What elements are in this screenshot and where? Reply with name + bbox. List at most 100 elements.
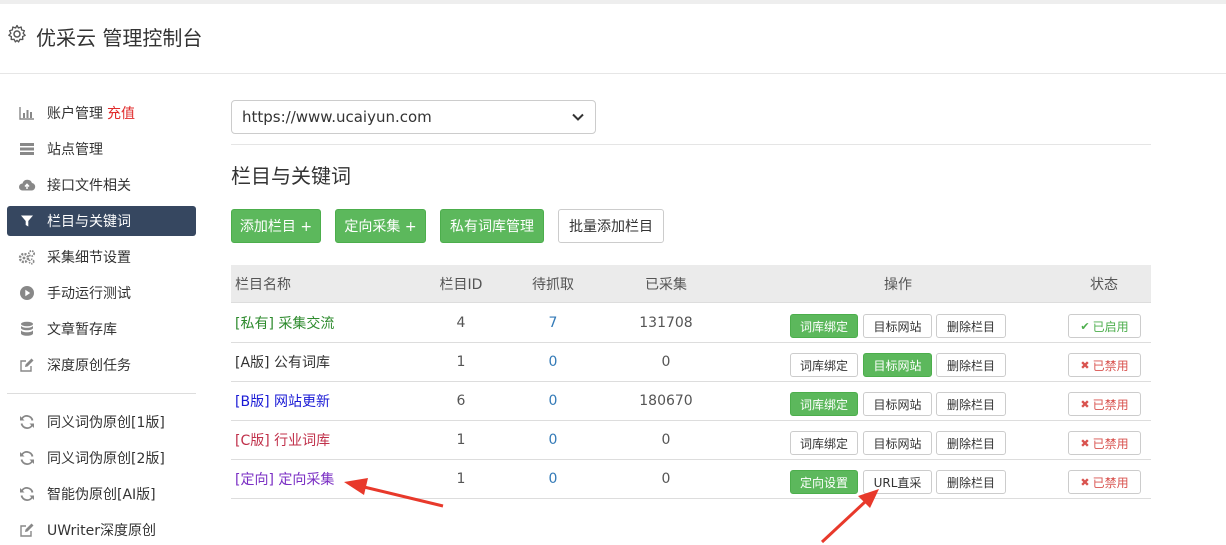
- gear-icon: [8, 24, 26, 43]
- sidebar-item-synonym-v2[interactable]: 同义词伪原创[2版]: [7, 443, 196, 473]
- sidebar-item-article-store[interactable]: 文章暂存库: [7, 314, 196, 344]
- table-row: [定向] 定向采集 1 0 0 定向设置 URL直采 删除栏目 ✖ 已禁用: [231, 460, 1151, 499]
- sidebar-item-manual-test[interactable]: 手动运行测试: [7, 278, 196, 308]
- x-icon: ✖: [1080, 358, 1090, 372]
- header-pending: 待抓取: [532, 276, 574, 293]
- status-toggle[interactable]: ✖ 已禁用: [1068, 470, 1141, 494]
- delete-column-button[interactable]: 删除栏目: [936, 470, 1006, 494]
- sidebar-item-sites[interactable]: 站点管理: [7, 134, 196, 164]
- sidebar-item-label: 文章暂存库: [47, 322, 117, 338]
- op2-button[interactable]: 目标网站: [863, 314, 932, 338]
- sidebar-item-collect-settings[interactable]: 采集细节设置: [7, 242, 196, 272]
- sidebar-item-label: 深度原创任务: [47, 358, 131, 374]
- pending-count-link[interactable]: 0: [513, 382, 593, 420]
- sidebar-item-deep-original[interactable]: 深度原创任务: [7, 350, 196, 380]
- sidebar-item-label: 同义词伪原创[2版]: [47, 451, 165, 467]
- sidebar-item-label: 站点管理: [47, 142, 103, 158]
- op1-button[interactable]: 词库绑定: [790, 314, 858, 338]
- recharge-link[interactable]: 充值: [107, 103, 135, 123]
- column-id: 1: [456, 471, 466, 487]
- server-icon: [18, 140, 36, 158]
- column-name-link[interactable]: [定向] 定向采集: [235, 460, 334, 498]
- refresh-icon: [18, 485, 36, 503]
- x-icon: ✖: [1080, 397, 1090, 411]
- op1-button[interactable]: 词库绑定: [790, 392, 858, 416]
- pending-count-link[interactable]: 0: [513, 343, 593, 381]
- filter-icon: [18, 212, 36, 230]
- status-toggle[interactable]: ✖ 已禁用: [1068, 431, 1141, 455]
- play-circle-icon: [18, 284, 36, 302]
- column-id: 1: [456, 354, 466, 370]
- section-title: 栏目与关键词: [231, 164, 351, 188]
- status-toggle[interactable]: ✔ 已启用: [1068, 314, 1141, 338]
- header-collected: 已采集: [645, 276, 687, 293]
- sidebar-item-label: 账户管理: [47, 106, 103, 122]
- private-lexicon-button[interactable]: 私有词库管理: [440, 209, 544, 243]
- check-icon: ✔: [1080, 319, 1090, 333]
- chevron-down-icon: [572, 113, 584, 121]
- sidebar-item-label: 栏目与关键词: [47, 214, 131, 230]
- database-icon: [18, 320, 36, 338]
- sidebar-item-label: UWriter深度原创: [47, 523, 156, 539]
- collected-count: 0: [661, 354, 671, 370]
- pending-count-link[interactable]: 0: [513, 460, 593, 498]
- delete-column-button[interactable]: 删除栏目: [936, 353, 1006, 377]
- site-select-value: https://www.ucaiyun.com: [242, 108, 432, 126]
- pending-count-link[interactable]: 0: [513, 421, 593, 459]
- refresh-icon: [18, 413, 36, 431]
- op1-button[interactable]: 词库绑定: [790, 353, 858, 377]
- add-column-button[interactable]: 添加栏目 +: [231, 209, 321, 243]
- sidebar-item-label: 接口文件相关: [47, 178, 131, 194]
- sidebar-item-account[interactable]: 账户管理 充值: [7, 98, 196, 128]
- collected-count: 0: [661, 471, 671, 487]
- sidebar-divider: [7, 393, 196, 394]
- x-icon: ✖: [1080, 475, 1090, 489]
- status-toggle[interactable]: ✖ 已禁用: [1068, 353, 1141, 377]
- op1-button[interactable]: 定向设置: [790, 470, 858, 494]
- status-toggle[interactable]: ✖ 已禁用: [1068, 392, 1141, 416]
- header-ops: 操作: [884, 276, 912, 293]
- column-id: 6: [456, 393, 466, 409]
- batch-add-column-button[interactable]: 批量添加栏目: [558, 209, 664, 243]
- table-header: 栏目名称 栏目ID 待抓取 已采集 操作 状态: [231, 265, 1151, 303]
- op2-button[interactable]: 目标网站: [863, 392, 932, 416]
- status-label: 已启用: [1092, 319, 1129, 334]
- sidebar-item-interface[interactable]: 接口文件相关: [7, 170, 196, 200]
- delete-column-button[interactable]: 删除栏目: [936, 392, 1006, 416]
- column-name-link[interactable]: [A版] 公有词库: [235, 343, 330, 381]
- divider: [231, 144, 1151, 145]
- column-name-link[interactable]: [C版] 行业词库: [235, 421, 330, 459]
- column-name-link[interactable]: [B版] 网站更新: [235, 382, 330, 420]
- op2-button[interactable]: URL直采: [863, 470, 932, 494]
- status-label: 已禁用: [1092, 436, 1129, 451]
- sidebar-item-ai-rewrite[interactable]: 智能伪原创[AI版]: [7, 479, 196, 509]
- pending-count-link[interactable]: 7: [513, 304, 593, 342]
- collected-count: 180670: [639, 393, 693, 409]
- page-title: 优采云 管理控制台: [36, 26, 203, 50]
- sidebar-item-synonym-v1[interactable]: 同义词伪原创[1版]: [7, 407, 196, 437]
- table-row: [A版] 公有词库 1 0 0 词库绑定 目标网站 删除栏目 ✖ 已禁用: [231, 343, 1151, 382]
- collected-count: 0: [661, 432, 671, 448]
- sidebar-item-label: 手动运行测试: [47, 286, 131, 302]
- column-name-link[interactable]: [私有] 采集交流: [235, 304, 334, 342]
- sidebar-item-uwriter[interactable]: UWriter深度原创: [7, 515, 196, 545]
- table-row: [B版] 网站更新 6 0 180670 词库绑定 目标网站 删除栏目 ✖ 已禁用: [231, 382, 1151, 421]
- bar-chart-icon: [18, 104, 36, 122]
- header-name: 栏目名称: [235, 276, 291, 293]
- status-label: 已禁用: [1092, 397, 1129, 412]
- delete-column-button[interactable]: 删除栏目: [936, 431, 1006, 455]
- directed-collect-button[interactable]: 定向采集 +: [335, 209, 426, 243]
- sidebar-item-columns[interactable]: 栏目与关键词: [7, 206, 196, 236]
- sidebar-item-label: 同义词伪原创[1版]: [47, 415, 165, 431]
- cloud-upload-icon: [18, 176, 36, 194]
- header-id: 栏目ID: [439, 276, 483, 293]
- op2-button[interactable]: 目标网站: [863, 353, 932, 377]
- op1-button[interactable]: 词库绑定: [790, 431, 858, 455]
- cogs-icon: [18, 248, 36, 266]
- page-header: 优采云 管理控制台: [0, 4, 1226, 74]
- edit-icon: [18, 521, 36, 539]
- op2-button[interactable]: 目标网站: [863, 431, 932, 455]
- delete-column-button[interactable]: 删除栏目: [936, 314, 1006, 338]
- site-select[interactable]: https://www.ucaiyun.com: [231, 100, 596, 134]
- collected-count: 131708: [639, 315, 693, 331]
